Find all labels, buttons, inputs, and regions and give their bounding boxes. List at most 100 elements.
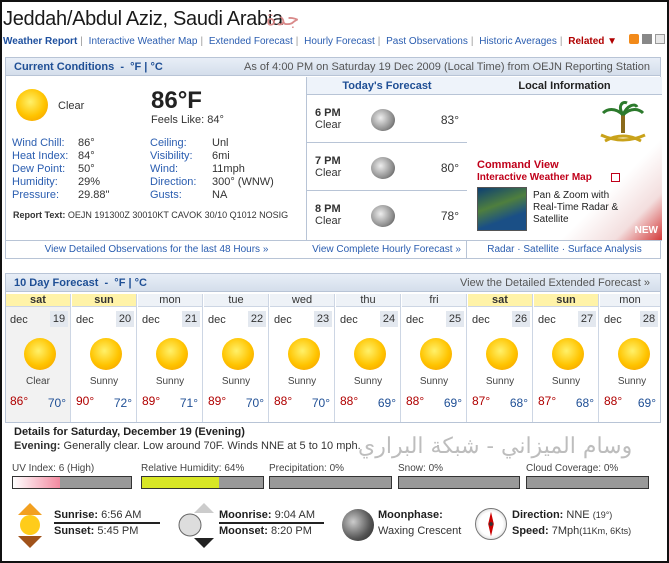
map-thumbnail[interactable] — [477, 187, 527, 231]
day-condition: Sunny — [551, 376, 581, 387]
sun-icon — [90, 338, 122, 370]
sun-icon — [24, 338, 56, 370]
command-view-subtitle[interactable]: Interactive Weather Map — [477, 172, 592, 183]
nav-interactive-map[interactable]: Interactive Weather Map — [89, 36, 198, 47]
detailed-observations-link[interactable]: View Detailed Observations for the last … — [6, 240, 307, 258]
unit-c-link[interactable]: °C — [135, 277, 147, 289]
day-high: 90° — [76, 394, 95, 408]
hour-time: 6 PM — [315, 107, 341, 119]
day-low: 68° — [575, 396, 594, 410]
hourly-forecast-link[interactable]: View Complete Hourly Forecast » — [307, 240, 467, 258]
extended-forecast-link[interactable]: View the Detailed Extended Forecast » — [460, 274, 650, 292]
forecast-day[interactable]: mon dec 21 Sunny 89° 71° — [138, 294, 203, 422]
day-high: 88° — [340, 394, 359, 408]
stat-label: Direction: — [150, 176, 197, 188]
unit-f-link[interactable]: °F — [114, 277, 125, 289]
day-low: 69° — [443, 396, 462, 410]
sun-icon — [16, 89, 48, 121]
forecast-day[interactable]: sun dec 20 Sunny 90° 72° — [72, 294, 137, 422]
day-high: 87° — [538, 394, 557, 408]
day-date: 24 — [380, 311, 398, 327]
wind-speed: Speed: 7Mph(11Km, 6Kts) — [512, 525, 631, 537]
day-name: tue — [204, 294, 268, 307]
day-condition: Sunny — [617, 376, 647, 387]
hour-condition: Clear — [315, 215, 342, 227]
radar-satellite-links[interactable]: Radar · Satellite · Surface Analysis — [467, 240, 662, 258]
rss-icon[interactable] — [629, 34, 639, 44]
sun-icon — [486, 338, 518, 370]
current-stats: Wind Chill: 86° Ceiling: Unl Heat Index: 84°… — [12, 137, 274, 202]
nav-historic-averages[interactable]: Historic Averages — [479, 36, 557, 47]
stat-label: Visibility: — [150, 150, 193, 162]
unit-f-link[interactable]: °F — [130, 61, 141, 73]
sunset: Sunset: 5:45 PM — [54, 525, 138, 537]
command-view-ad[interactable]: Command View Interactive Weather Map Pan… — [467, 95, 662, 240]
stat-label: Wind: — [150, 163, 179, 175]
wind-direction-label: Direction: — [512, 509, 564, 521]
day-low: 68° — [509, 396, 528, 410]
stat-label: Dew Point: — [12, 163, 66, 175]
day-high: 87° — [472, 394, 491, 408]
email-icon[interactable] — [655, 34, 665, 44]
day-name: sat — [6, 294, 70, 307]
sunrise-value: 6:56 AM — [101, 509, 142, 521]
day-low: 70° — [311, 396, 330, 410]
sun-icon — [420, 338, 452, 370]
current-condition: Clear — [58, 100, 85, 112]
meter-label: Precipitation: 0% — [269, 463, 345, 474]
nav-hourly-forecast[interactable]: Hourly Forecast — [304, 36, 375, 47]
wind-direction-degrees: (19°) — [592, 510, 613, 520]
command-view-title[interactable]: Command View — [477, 159, 559, 171]
moon-icon — [371, 109, 395, 131]
day-name: sun — [72, 294, 136, 307]
nav-past-observations[interactable]: Past Observations — [386, 36, 468, 47]
nav-related-dropdown[interactable]: Related ▼ — [568, 36, 617, 47]
day-high: 89° — [142, 394, 161, 408]
wind-speed-label: Speed: — [512, 525, 549, 537]
nav-extended-forecast[interactable]: Extended Forecast — [209, 36, 293, 47]
hour-condition: Clear — [315, 167, 342, 179]
day-name: wed — [270, 294, 334, 307]
print-icon[interactable] — [642, 34, 652, 44]
moon-phase-label: Moonphase: — [378, 509, 443, 521]
details-section: Details for Saturday, December 19 (Eveni… — [14, 426, 361, 452]
current-temperature: 86°F — [151, 87, 202, 114]
sunset-value: 5:45 PM — [97, 525, 139, 537]
forecast-day[interactable]: fri dec 25 Sunny 88° 69° — [402, 294, 467, 422]
forecast-day[interactable]: sat dec 26 Sunny 87° 68° — [468, 294, 533, 422]
sunrise-label: Sunrise: — [54, 509, 99, 521]
stat-value: 50° — [78, 163, 95, 175]
stat-value: 6mi — [212, 150, 230, 162]
day-condition: Sunny — [419, 376, 449, 387]
observation-time: As of 4:00 PM on Saturday 19 Dec 2009 (L… — [244, 61, 650, 73]
forecast-day[interactable]: tue dec 22 Sunny 89° 70° — [204, 294, 269, 422]
day-low: 70° — [47, 396, 66, 410]
forecast-day[interactable]: sun dec 27 Sunny 87° 68° — [534, 294, 599, 422]
details-heading: Details for Saturday, December 19 (Eveni… — [14, 426, 245, 438]
forecast-day[interactable]: thu dec 24 Sunny 88° 69° — [336, 294, 401, 422]
forecast-day[interactable]: sat dec 19 Clear 86° 70° — [6, 294, 71, 422]
hour-time: 8 PM — [315, 203, 341, 215]
day-month: dec — [76, 314, 94, 326]
day-date: 27 — [578, 311, 596, 327]
sunrise: Sunrise: 6:56 AM — [54, 509, 141, 521]
sunset-label: Sunset: — [54, 525, 95, 537]
watermark-text: وسام الميزاني - شبكة البراري — [358, 434, 633, 459]
meter-label: Snow: 0% — [398, 463, 444, 474]
meter-label: Cloud Coverage: 0% — [526, 463, 619, 474]
day-condition: Sunny — [287, 376, 317, 387]
sun-icon — [222, 338, 254, 370]
current-conditions-detail: Clear 86°F Feels Like: 84° Wind Chill: 86… — [6, 77, 307, 240]
unit-c-link[interactable]: °C — [150, 61, 162, 73]
precipitation-meter: Precipitation: 0% — [269, 463, 392, 489]
forecast-day[interactable]: wed dec 23 Sunny 88° 70° — [270, 294, 335, 422]
forecast-day[interactable]: mon dec 28 Sunny 88° 69° — [600, 294, 660, 422]
feels-like: Feels Like: 84° — [151, 114, 224, 126]
stat-value: 84° — [78, 150, 95, 162]
current-conditions-heading: Current Conditions — [14, 61, 115, 73]
sun-icon — [618, 338, 650, 370]
nav-weather-report[interactable]: Weather Report — [3, 36, 77, 47]
nav-icons — [629, 34, 665, 44]
hour-temp: 78° — [440, 209, 459, 223]
ten-day-heading: 10 Day Forecast — [14, 277, 99, 289]
